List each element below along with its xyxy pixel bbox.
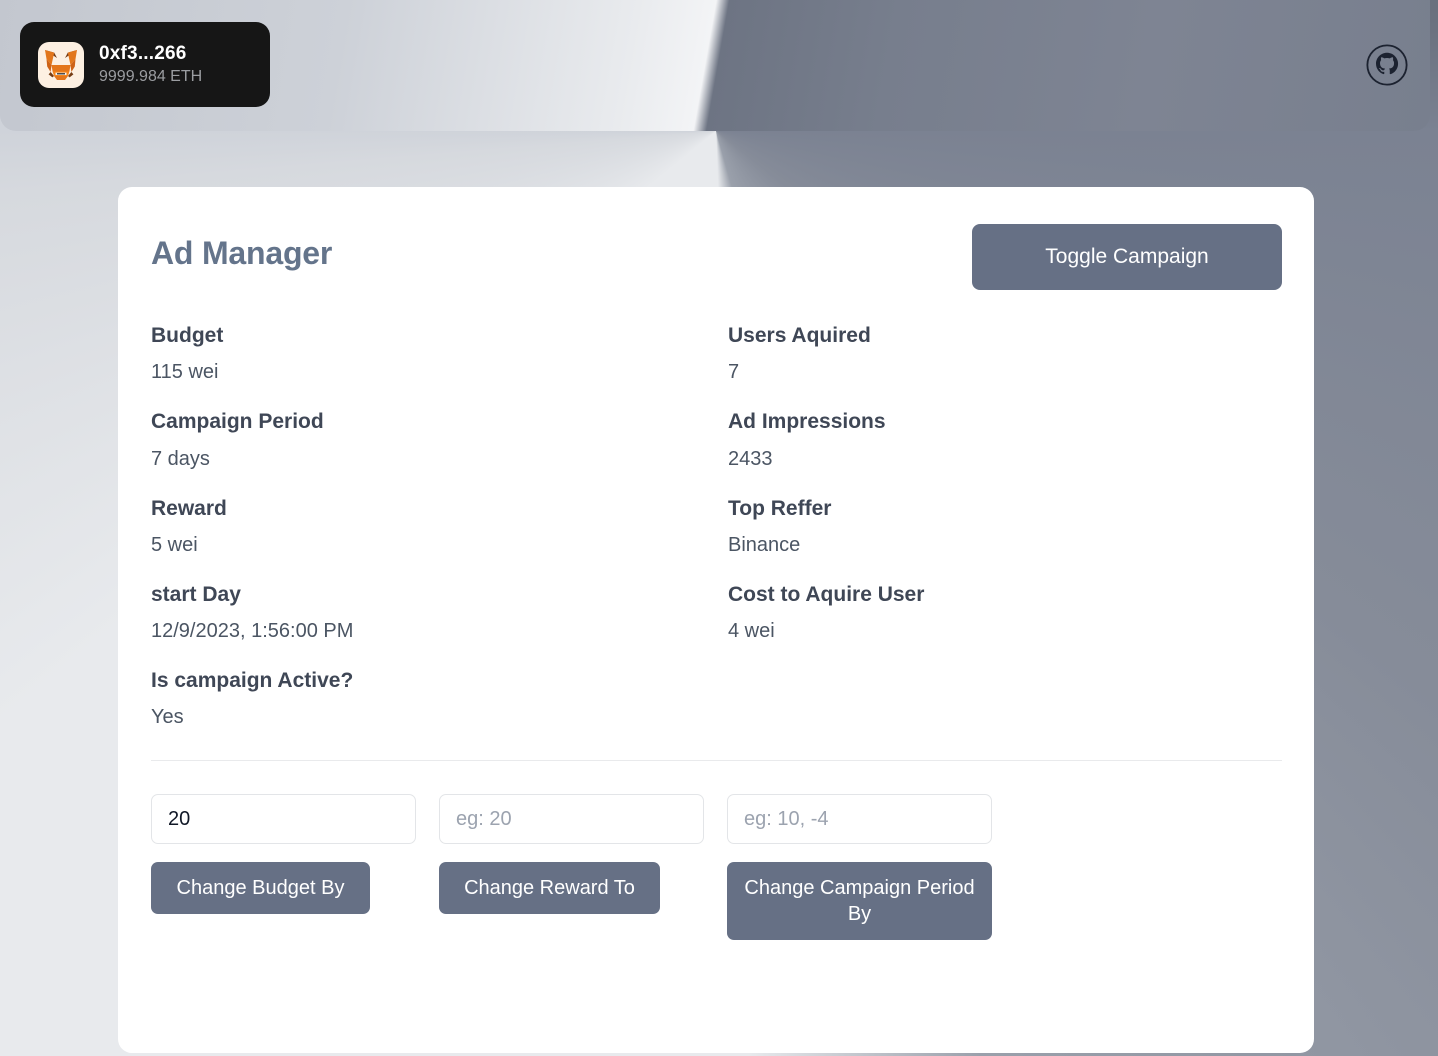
stat-cost-to-aquire-user: Cost to Aquire User 4 wei [728,582,1281,643]
stat-value: 2433 [728,447,773,470]
stat-label: Cost to Aquire User [728,582,925,606]
stats-grid: Budget 115 wei Users Aquired 7 Campaign … [151,323,1281,754]
stat-label: Campaign Period [151,410,324,434]
wallet-address: 0xf3...266 [99,42,187,64]
stat-label: Ad Impressions [728,410,886,434]
stat-label: Top Reffer [728,496,832,520]
stat-ad-impressions: Ad Impressions 2433 [728,409,1281,470]
stat-label: start Day [151,582,241,606]
stat-is-campaign-active: Is campaign Active? Yes [151,668,728,729]
stat-value: 5 wei [151,533,198,556]
stat-value: Yes [151,706,184,729]
metamask-fox-icon [38,41,84,88]
control-group-campaign-period: Change Campaign Period By [727,794,1015,941]
stat-value: 12/9/2023, 1:56:00 PM [151,620,354,642]
ad-manager-card: Ad Manager Toggle Campaign Budget 115 we… [118,187,1314,1053]
wallet-balance: 9999.984 ETH [99,67,203,85]
stat-label: Users Aquired [728,324,871,347]
stat-users-aquired: Users Aquired 7 [728,323,1281,384]
stat-top-reffer: Top Reffer Binance [728,496,1281,557]
stat-value: 7 days [151,447,210,470]
stat-start-day: start Day 12/9/2023, 1:56:00 PM [151,582,728,643]
stat-label: Budget [151,324,224,347]
stat-value: 115 wei [151,361,219,384]
stat-label: Reward [151,496,227,520]
toggle-campaign-button[interactable]: Toggle Campaign [972,224,1282,290]
control-group-reward: Change Reward To [439,794,727,940]
stat-label: Is campaign Active? [151,669,354,692]
campaign-period-input[interactable] [727,794,992,845]
stat-value: Binance [728,533,801,556]
card-header: Ad Manager Toggle Campaign [151,224,1282,309]
change-budget-by-button[interactable]: Change Budget By [151,862,370,915]
wallet-account-pill[interactable]: 0xf3...266 9999.984 ETH [20,22,270,107]
stat-value: 7 [728,361,740,384]
controls-row: Change Budget By Change Reward To Change… [151,794,1281,941]
github-icon[interactable] [1364,42,1410,88]
stat-campaign-period: Campaign Period 7 days [151,409,728,470]
stat-budget: Budget 115 wei [151,323,728,384]
change-reward-to-button[interactable]: Change Reward To [439,862,660,915]
stat-spacer [728,668,1281,729]
budget-amount-input[interactable] [151,794,416,845]
reward-amount-input[interactable] [439,794,704,845]
section-divider [151,760,1282,762]
stat-value: 4 wei [728,620,775,642]
page-title: Ad Manager [151,235,333,271]
change-campaign-period-by-button[interactable]: Change Campaign Period By [727,862,992,941]
control-group-budget: Change Budget By [151,794,439,940]
stat-reward: Reward 5 wei [151,496,728,557]
